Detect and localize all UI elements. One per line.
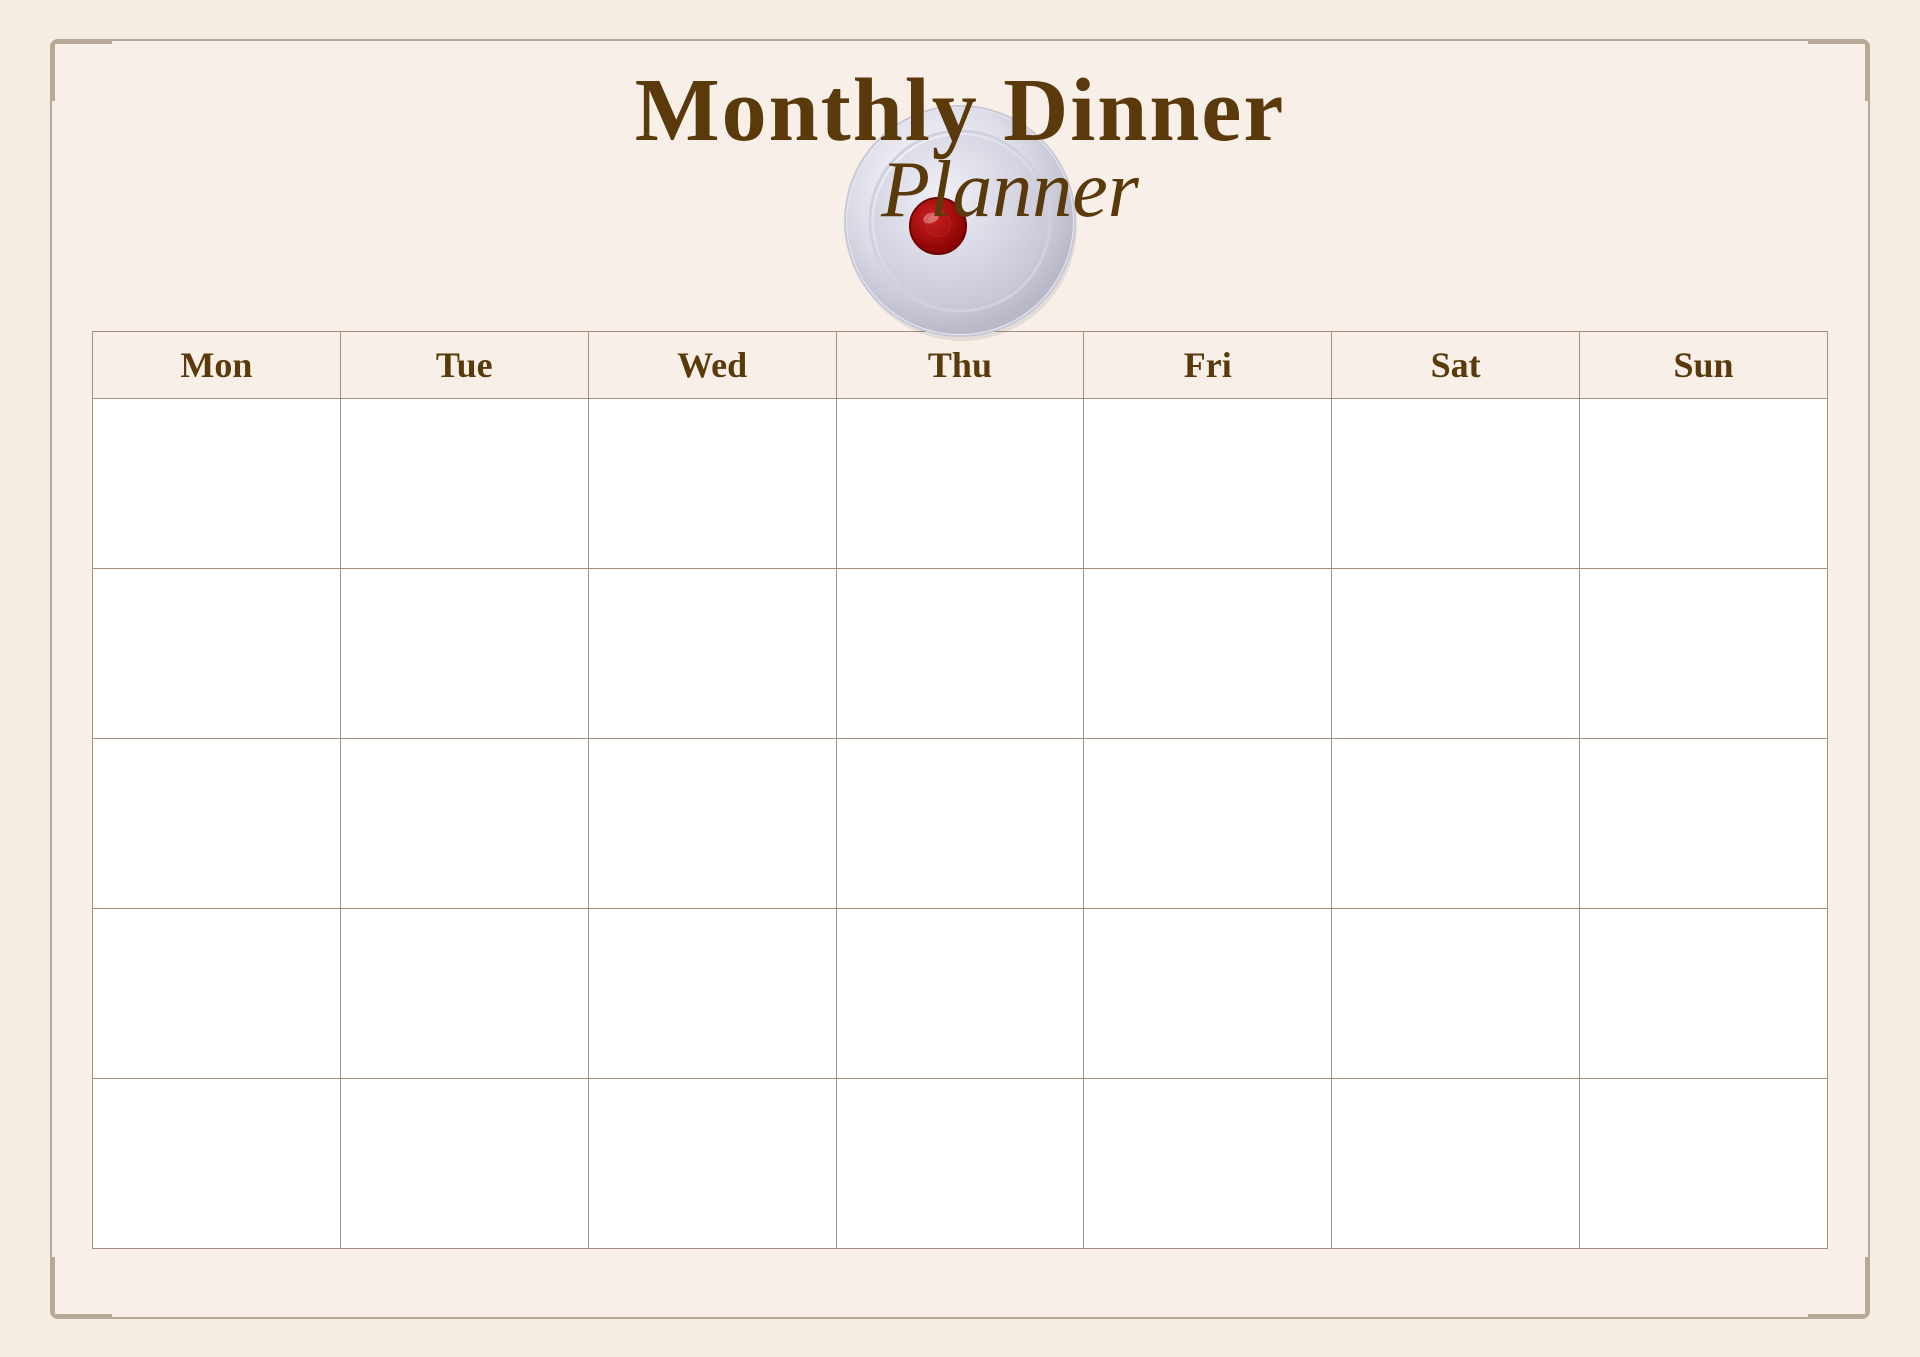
cell-r4-wed[interactable] <box>588 908 836 1078</box>
header-tue: Tue <box>340 331 588 398</box>
cell-r1-sat[interactable] <box>1332 398 1580 568</box>
header-sat: Sat <box>1332 331 1580 398</box>
table-row <box>93 738 1828 908</box>
table-row <box>93 908 1828 1078</box>
cell-r1-wed[interactable] <box>588 398 836 568</box>
cell-r5-sat[interactable] <box>1332 1078 1580 1248</box>
cell-r4-fri[interactable] <box>1084 908 1332 1078</box>
cell-r2-fri[interactable] <box>1084 568 1332 738</box>
cell-r5-mon[interactable] <box>93 1078 341 1248</box>
cell-r5-tue[interactable] <box>340 1078 588 1248</box>
header-fri: Fri <box>1084 331 1332 398</box>
cell-r1-tue[interactable] <box>340 398 588 568</box>
cell-r5-thu[interactable] <box>836 1078 1084 1248</box>
cell-r2-tue[interactable] <box>340 568 588 738</box>
header-wed: Wed <box>588 331 836 398</box>
header-sun: Sun <box>1580 331 1828 398</box>
cell-r5-sun[interactable] <box>1580 1078 1828 1248</box>
cell-r4-thu[interactable] <box>836 908 1084 1078</box>
cell-r1-sun[interactable] <box>1580 398 1828 568</box>
cell-r2-sun[interactable] <box>1580 568 1828 738</box>
header-mon: Mon <box>93 331 341 398</box>
cell-r4-sat[interactable] <box>1332 908 1580 1078</box>
table-row <box>93 1078 1828 1248</box>
cell-r1-thu[interactable] <box>836 398 1084 568</box>
page-container: Monthly Dinner Planner Mon Tue Wed Thu F… <box>50 39 1870 1319</box>
cell-r1-mon[interactable] <box>93 398 341 568</box>
calendar-body <box>93 398 1828 1248</box>
cell-r3-mon[interactable] <box>93 738 341 908</box>
table-row <box>93 568 1828 738</box>
cell-r3-thu[interactable] <box>836 738 1084 908</box>
cell-r2-sat[interactable] <box>1332 568 1580 738</box>
cell-r2-thu[interactable] <box>836 568 1084 738</box>
cell-r2-wed[interactable] <box>588 568 836 738</box>
cell-r5-wed[interactable] <box>588 1078 836 1248</box>
cell-r3-tue[interactable] <box>340 738 588 908</box>
calendar-table: Mon Tue Wed Thu Fri Sat Sun <box>92 331 1828 1249</box>
cell-r1-fri[interactable] <box>1084 398 1332 568</box>
cell-r5-fri[interactable] <box>1084 1078 1332 1248</box>
title-planner: Planner <box>881 145 1139 236</box>
cell-r4-mon[interactable] <box>93 908 341 1078</box>
table-row <box>93 398 1828 568</box>
calendar-wrapper: Mon Tue Wed Thu Fri Sat Sun <box>92 331 1828 1277</box>
cell-r2-mon[interactable] <box>93 568 341 738</box>
cell-r3-wed[interactable] <box>588 738 836 908</box>
cell-r3-fri[interactable] <box>1084 738 1332 908</box>
header: Monthly Dinner Planner <box>92 61 1828 301</box>
cell-r3-sat[interactable] <box>1332 738 1580 908</box>
cell-r4-sun[interactable] <box>1580 908 1828 1078</box>
cell-r4-tue[interactable] <box>340 908 588 1078</box>
cell-r3-sun[interactable] <box>1580 738 1828 908</box>
